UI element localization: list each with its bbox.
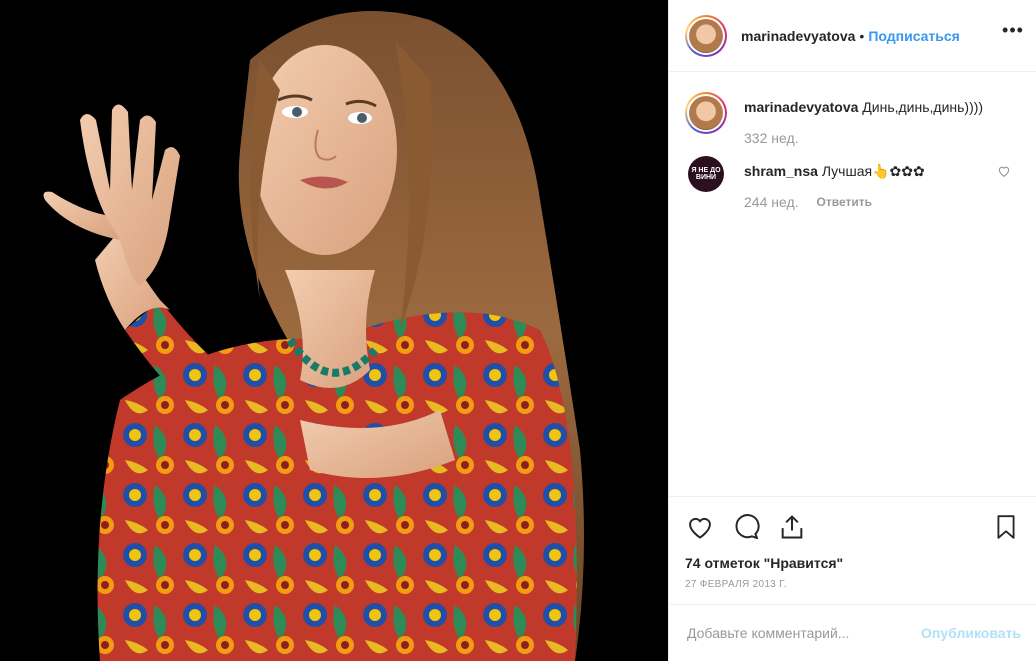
comment-age[interactable]: 244 нед. [744,194,799,210]
post-image [0,0,668,661]
comment-icon[interactable] [731,512,761,542]
heart-icon[interactable] [685,512,715,542]
caption-comment: marinadevyatova Динь,динь,динь)))) 332 н… [685,92,1021,146]
add-comment-bar: Опубликовать [669,604,1036,661]
comment-avatar[interactable] [685,92,727,134]
author-avatar[interactable] [685,14,727,57]
reply-button[interactable]: Ответить [817,195,872,209]
likes-count[interactable]: 74 отметок "Нравится" [685,555,1021,571]
separator-dot: • [859,27,865,44]
more-icon[interactable]: ••• [999,21,1027,42]
avatar-lettering: Я НЕ ДО ВИНИ [691,167,721,181]
comment-text: Динь,динь,динь)))) [862,99,984,115]
comments-list: marinadevyatova Динь,динь,динь)))) 332 н… [669,72,1036,496]
comment-input[interactable] [687,625,916,641]
comment-username[interactable]: shram_nsa [744,163,818,179]
follow-button[interactable]: Подписаться [868,28,960,44]
comment-item: Я НЕ ДО ВИНИ shram_nsa Лучшая👆✿✿✿ 244 не… [685,156,1021,210]
share-icon[interactable] [777,512,807,542]
publish-button[interactable]: Опубликовать [921,625,1021,641]
comment-text: Лучшая👆✿✿✿ [821,163,925,179]
post-header: marinadevyatova • Подписаться ••• [669,0,1036,72]
comment-username[interactable]: marinadevyatova [744,99,858,115]
heart-small-icon[interactable] [997,164,1011,183]
post-photo[interactable] [0,0,668,661]
post-actions: 74 отметок "Нравится" 27 ФЕВРАЛЯ 2013 Г. [669,496,1036,604]
author-username[interactable]: marinadevyatova [741,28,855,44]
comment-avatar[interactable]: Я НЕ ДО ВИНИ [688,156,724,192]
bookmark-icon[interactable] [991,512,1021,542]
post-date[interactable]: 27 ФЕВРАЛЯ 2013 Г. [685,579,1021,590]
comment-age[interactable]: 332 нед. [744,130,799,146]
post-side-panel: marinadevyatova • Подписаться ••• marina… [668,0,1036,661]
